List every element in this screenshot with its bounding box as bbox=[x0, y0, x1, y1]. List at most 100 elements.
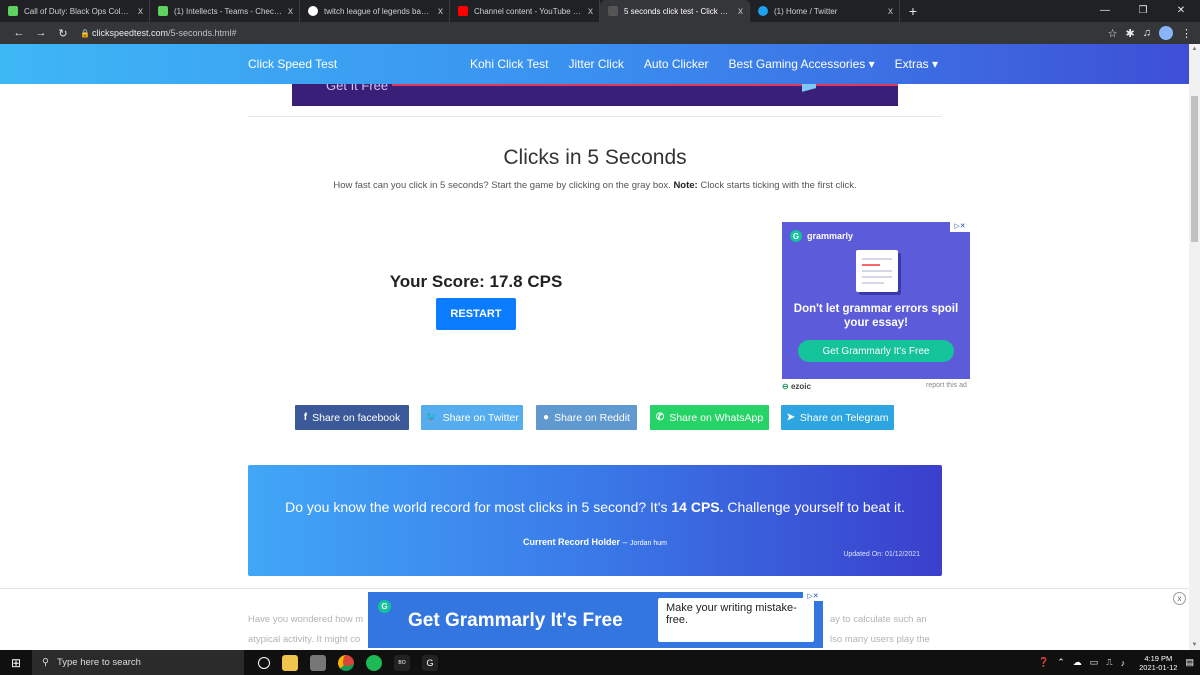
share-facebook-button[interactable]: f Share on facebook bbox=[295, 405, 409, 430]
browser-tab[interactable]: (1) Home / Twitter x bbox=[750, 0, 900, 22]
report-ad-link[interactable]: report this ad bbox=[926, 382, 967, 389]
tab-close-icon[interactable]: x bbox=[288, 6, 293, 17]
file-explorer-icon[interactable] bbox=[282, 654, 298, 671]
ezoic-logo[interactable]: ⊖ ezoic bbox=[782, 382, 811, 391]
nav-extras[interactable]: Extras ▾ bbox=[895, 57, 938, 71]
onedrive-icon[interactable]: ☁ bbox=[1073, 657, 1082, 668]
grammarly-bottom-ad[interactable]: G Get Grammarly It's Free Make your writ… bbox=[368, 592, 823, 648]
minimize-icon[interactable]: — bbox=[1086, 0, 1124, 22]
reload-icon[interactable]: ↻ bbox=[52, 27, 74, 40]
browser-tab[interactable]: twitch league of legends banner x bbox=[300, 0, 450, 22]
tab-close-icon[interactable]: x bbox=[888, 6, 893, 17]
restart-button[interactable]: RESTART bbox=[436, 298, 516, 330]
subtitle-text: How fast can you click in 5 seconds? Sta… bbox=[333, 180, 674, 191]
share-reddit-button[interactable]: ● Share on Reddit bbox=[536, 405, 637, 430]
new-tab-button[interactable]: + bbox=[900, 0, 926, 22]
side-ad-headline: Don't let grammar errors spoil your essa… bbox=[793, 303, 959, 329]
page-subtitle: How fast can you click in 5 seconds? Sta… bbox=[248, 180, 942, 191]
battery-icon[interactable]: ▭ bbox=[1090, 657, 1099, 668]
tab-title: 5 seconds click test - Click speed bbox=[624, 6, 732, 16]
page-title: Clicks in 5 Seconds bbox=[503, 146, 687, 169]
browser-tab[interactable]: Channel content - YouTube Studi x bbox=[450, 0, 600, 22]
forward-icon[interactable]: → bbox=[30, 27, 52, 39]
windows-taskbar: ⊞ ⚲ Type here to search BO G ❓ ⌃ ☁ ▭ ⎍ ♪ … bbox=[0, 650, 1200, 675]
adchoices-icon[interactable]: ▷✕ bbox=[950, 222, 970, 232]
article-line: ay to calculate such an bbox=[830, 614, 927, 625]
network-icon[interactable]: ⎍ bbox=[1106, 657, 1112, 668]
nav-jitter-click[interactable]: Jitter Click bbox=[568, 57, 623, 71]
record-holder-name: Jordan hum bbox=[630, 540, 667, 547]
site-brand[interactable]: Click Speed Test bbox=[248, 57, 337, 71]
show-hidden-icons[interactable]: ⌃ bbox=[1057, 657, 1065, 668]
ezoic-icon: ⊖ bbox=[782, 382, 789, 391]
tab-title: twitch league of legends banner bbox=[324, 6, 432, 16]
browser-tab[interactable]: (1) Intellects - Teams - CheckMat x bbox=[150, 0, 300, 22]
volume-icon[interactable]: ♪ bbox=[1121, 658, 1126, 668]
windows-start-icon[interactable]: ⊞ bbox=[0, 656, 32, 670]
reddit-icon: ● bbox=[543, 412, 550, 423]
nav-auto-clicker[interactable]: Auto Clicker bbox=[644, 57, 709, 71]
grammarly-side-ad[interactable]: ▷✕ Ggrammarly Don't let grammar errors s… bbox=[782, 222, 970, 379]
tab-favicon-icon bbox=[308, 6, 318, 16]
browser-toolbar: ← → ↻ 🔒 clickspeedtest.com/5-seconds.htm… bbox=[0, 22, 1200, 44]
app-icon[interactable] bbox=[310, 654, 326, 671]
scrollbar-thumb[interactable] bbox=[1191, 96, 1198, 242]
grammarly-g-icon: G bbox=[378, 600, 391, 613]
tab-favicon-icon bbox=[8, 6, 18, 16]
nav-kohi-click-test[interactable]: Kohi Click Test bbox=[470, 57, 548, 71]
media-icon[interactable]: ♫ bbox=[1143, 27, 1151, 39]
twitter-icon: 🐦 bbox=[425, 412, 438, 423]
whatsapp-icon: ✆ bbox=[655, 412, 665, 423]
tab-close-icon[interactable]: x bbox=[738, 6, 743, 17]
tab-close-icon[interactable]: x bbox=[138, 6, 143, 17]
extensions-icon[interactable]: ✱ bbox=[1126, 27, 1135, 40]
notifications-icon[interactable]: ▤ bbox=[1185, 657, 1194, 668]
address-bar[interactable]: 🔒 clickspeedtest.com/5-seconds.html# bbox=[80, 24, 1108, 42]
spotify-icon[interactable] bbox=[366, 654, 382, 671]
taskbar-clock[interactable]: 4:19 PM 2021-01-12 bbox=[1139, 654, 1177, 672]
menu-icon[interactable]: ⋮ bbox=[1181, 27, 1192, 40]
record-updated-date: Updated On: 01/12/2021 bbox=[843, 551, 920, 558]
logitech-icon[interactable]: G bbox=[422, 654, 438, 671]
article-line: Have you wondered how m bbox=[248, 614, 364, 625]
share-twitter-button[interactable]: 🐦 Share on Twitter bbox=[421, 405, 523, 430]
chrome-icon[interactable] bbox=[338, 654, 354, 671]
share-label: Share on Telegram bbox=[799, 411, 889, 424]
document-icon bbox=[856, 250, 898, 292]
record-holder: Current Record Holder – Jordan hum bbox=[248, 537, 942, 547]
close-window-icon[interactable]: ✕ bbox=[1162, 0, 1200, 22]
scroll-up-icon[interactable]: ▲ bbox=[1189, 46, 1200, 52]
site-nav-links: Kohi Click Test Jitter Click Auto Clicke… bbox=[470, 57, 938, 71]
telegram-icon: ➤ bbox=[786, 412, 795, 423]
profile-avatar[interactable] bbox=[1159, 26, 1173, 40]
nav-best-gaming-accessories[interactable]: Best Gaming Accessories ▾ bbox=[729, 57, 875, 71]
record-value: 14 CPS. bbox=[671, 499, 724, 515]
task-view-icon[interactable] bbox=[258, 656, 270, 669]
top-ad-banner[interactable]: Get It Free bbox=[292, 84, 898, 106]
subtitle-note-label: Note: bbox=[673, 180, 698, 191]
share-whatsapp-button[interactable]: ✆ Share on WhatsApp bbox=[650, 405, 769, 430]
record-question-text: Do you know the world record for most cl… bbox=[285, 499, 672, 515]
bottom-ad-headline: Get Grammarly It's Free bbox=[408, 610, 623, 631]
scroll-down-icon[interactable]: ▼ bbox=[1189, 642, 1200, 648]
close-anchor-ad-button[interactable]: x bbox=[1173, 592, 1186, 605]
back-icon[interactable]: ← bbox=[8, 27, 30, 39]
black-ops-icon[interactable]: BO bbox=[394, 654, 410, 671]
tab-close-icon[interactable]: x bbox=[438, 6, 443, 17]
bookmark-star-icon[interactable]: ☆ bbox=[1108, 27, 1118, 40]
score-display: Your Score: 17.8 CPS bbox=[389, 272, 563, 291]
browser-tab[interactable]: Call of Duty: Black Ops Cold War x bbox=[0, 0, 150, 22]
site-navbar: Click Speed Test Kohi Click Test Jitter … bbox=[0, 44, 1189, 84]
page-scrollbar[interactable]: ▲ ▼ bbox=[1189, 44, 1200, 650]
article-line: atypical activity. It might co bbox=[248, 634, 361, 645]
taskbar-search[interactable]: ⚲ Type here to search bbox=[32, 650, 244, 675]
tab-close-icon[interactable]: x bbox=[588, 6, 593, 17]
adchoices-icon[interactable]: ▷✕ bbox=[803, 592, 823, 601]
grammarly-g-icon: G bbox=[790, 230, 802, 242]
help-icon[interactable]: ❓ bbox=[1038, 657, 1049, 668]
top-ad-shape bbox=[802, 84, 816, 92]
browser-tab-active[interactable]: 5 seconds click test - Click speed x bbox=[600, 0, 750, 22]
side-ad-cta-button[interactable]: Get Grammarly It's Free bbox=[798, 340, 954, 362]
restore-icon[interactable]: ❐ bbox=[1124, 0, 1162, 22]
share-telegram-button[interactable]: ➤ Share on Telegram bbox=[781, 405, 894, 430]
